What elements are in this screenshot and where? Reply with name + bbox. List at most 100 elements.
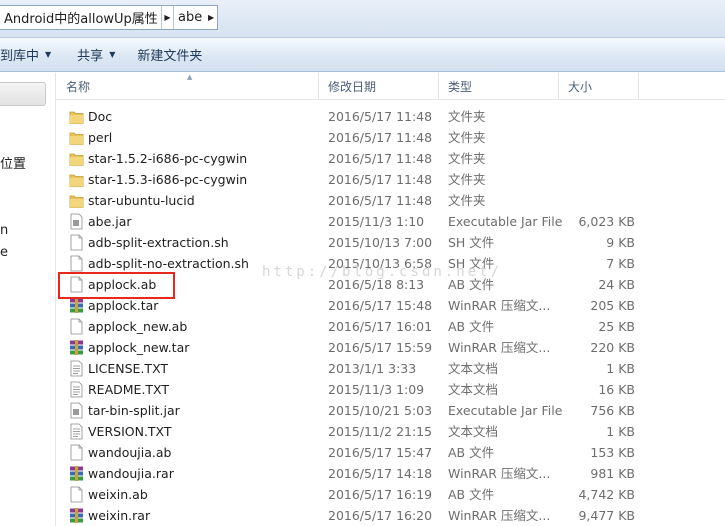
- column-header-size-label: 大小: [568, 79, 593, 94]
- column-header-type[interactable]: 类型: [438, 73, 558, 99]
- file-size: 9,477 KB: [578, 508, 635, 523]
- column-resize-handle[interactable]: [638, 73, 639, 99]
- file-type: 文件夹: [448, 151, 486, 166]
- share-label: 共享: [77, 49, 104, 64]
- breadcrumb-current[interactable]: abe: [174, 10, 205, 25]
- file-row[interactable]: Doc 2016/5/17 11:48 文件夹: [56, 106, 725, 127]
- winrar-archive-icon: [69, 297, 84, 314]
- file-modified-date: 2016/5/17 14:18: [328, 466, 433, 481]
- column-header-size[interactable]: 大小: [558, 73, 638, 99]
- file-row[interactable]: wandoujia.rar 2016/5/17 14:18 WinRAR 压缩文..…: [56, 463, 725, 484]
- file-name: tar-bin-split.jar: [88, 403, 180, 418]
- file-modified-date: 2016/5/17 11:48: [328, 193, 433, 208]
- jar-file-icon: [69, 402, 84, 419]
- file-size: 220 KB: [590, 340, 635, 355]
- file-row[interactable]: star-1.5.3-i686-pc-cygwin 2016/5/17 11:48…: [56, 169, 725, 190]
- file-size: 9 KB: [606, 235, 635, 250]
- watermark: http://blog.csdn.net/: [262, 264, 503, 280]
- column-header-modified-label: 修改日期: [328, 79, 377, 94]
- file-icon: [69, 318, 84, 335]
- navigation-pane: 位置 n e: [0, 73, 55, 526]
- file-size: 981 KB: [590, 466, 635, 481]
- nav-item-fragment[interactable]: e: [0, 245, 8, 260]
- winrar-archive-icon: [69, 339, 84, 356]
- share-button[interactable]: 共享 ▼: [70, 43, 122, 67]
- text-file-icon: [69, 381, 84, 398]
- file-name: star-1.5.3-i686-pc-cygwin: [88, 172, 248, 187]
- file-type: 文件夹: [448, 109, 486, 124]
- file-name: LICENSE.TXT: [88, 361, 169, 376]
- file-size: 25 KB: [598, 319, 635, 334]
- file-row[interactable]: tar-bin-split.jar 2015/10/21 5:03 Executab…: [56, 400, 725, 421]
- file-modified-date: 2016/5/17 11:48: [328, 172, 433, 187]
- file-type: SH 文件: [448, 235, 495, 250]
- file-row[interactable]: star-ubuntu-lucid 2016/5/17 11:48 文件夹: [56, 190, 725, 211]
- file-name: abe.jar: [88, 214, 132, 229]
- file-row[interactable]: star-1.5.2-i686-pc-cygwin 2016/5/17 11:48…: [56, 148, 725, 169]
- breadcrumb-chevron-icon[interactable]: ▶: [162, 6, 174, 29]
- file-modified-date: 2016/5/17 11:48: [328, 130, 433, 145]
- file-size: 24 KB: [598, 277, 635, 292]
- chevron-down-icon: ▼: [45, 50, 52, 59]
- file-row[interactable]: applock_new.ab 2016/5/17 16:01 AB 文件 25 KB: [56, 316, 725, 337]
- jar-file-icon: [69, 213, 84, 230]
- file-type: 文件夹: [448, 172, 486, 187]
- file-row[interactable]: weixin.rar 2016/5/17 16:20 WinRAR 压缩文... 9,…: [56, 505, 725, 526]
- file-modified-date: 2016/5/17 15:48: [328, 298, 433, 313]
- file-name: perl: [88, 130, 113, 145]
- breadcrumb-chevron-icon[interactable]: ▶: [205, 6, 217, 29]
- folder-icon: [69, 192, 84, 209]
- file-modified-date: 2016/5/17 15:47: [328, 445, 433, 460]
- annotation-highlight-box: [58, 272, 175, 299]
- nav-item-location[interactable]: 位置: [0, 153, 26, 172]
- file-name: weixin.ab: [88, 487, 148, 502]
- file-size: 7 KB: [606, 256, 635, 271]
- file-name: star-1.5.2-i686-pc-cygwin: [88, 151, 248, 166]
- file-modified-date: 2016/5/17 11:48: [328, 151, 433, 166]
- file-row[interactable]: weixin.ab 2016/5/17 16:19 AB 文件 4,742 KB: [56, 484, 725, 505]
- file-modified-date: 2013/1/1 3:33: [328, 361, 417, 376]
- new-folder-label: 新建文件夹: [137, 49, 203, 64]
- file-modified-date: 2016/5/17 16:19: [328, 487, 433, 502]
- file-type: 文本文档: [448, 382, 499, 397]
- file-size: 6,023 KB: [578, 214, 635, 229]
- column-header-modified[interactable]: 修改日期: [318, 73, 438, 99]
- file-row[interactable]: abe.jar 2015/11/3 1:10 Executable Jar File…: [56, 211, 725, 232]
- file-name: README.TXT: [88, 382, 170, 397]
- file-row[interactable]: wandoujia.ab 2016/5/17 15:47 AB 文件 153 KB: [56, 442, 725, 463]
- file-row[interactable]: applock_new.tar 2016/5/17 15:59 WinRAR 压缩文…: [56, 337, 725, 358]
- address-bar-row: Android中的allowUp属性 ▶ abe ▶: [0, 0, 725, 38]
- file-name: weixin.rar: [88, 508, 151, 523]
- file-row[interactable]: README.TXT 2015/11/3 1:09 文本文档 16 KB: [56, 379, 725, 400]
- file-row[interactable]: perl 2016/5/17 11:48 文件夹: [56, 127, 725, 148]
- file-size: 756 KB: [590, 403, 635, 418]
- column-header-name-label: 名称: [66, 79, 91, 94]
- file-type: WinRAR 压缩文...: [448, 466, 551, 481]
- file-size: 16 KB: [598, 382, 635, 397]
- folder-icon: [69, 129, 84, 146]
- include-in-library-label: 到库中: [0, 49, 40, 64]
- file-name: applock_new.tar: [88, 340, 190, 355]
- file-row[interactable]: VERSION.TXT 2015/11/2 21:15 文本文档 1 KB: [56, 421, 725, 442]
- nav-pane-scrollbar-thumb[interactable]: [0, 82, 46, 106]
- file-name: wandoujia.rar: [88, 466, 174, 481]
- text-file-icon: [69, 360, 84, 377]
- file-row[interactable]: LICENSE.TXT 2013/1/1 3:33 文本文档 1 KB: [56, 358, 725, 379]
- address-bar[interactable]: Android中的allowUp属性 ▶ abe ▶: [0, 5, 218, 30]
- new-folder-button[interactable]: 新建文件夹: [130, 43, 209, 67]
- file-type: AB 文件: [448, 319, 495, 334]
- file-size: 153 KB: [590, 445, 635, 460]
- file-modified-date: 2015/10/21 5:03: [328, 403, 433, 418]
- file-icon: [69, 255, 84, 272]
- file-name: applock_new.ab: [88, 319, 188, 334]
- winrar-archive-icon: [69, 507, 84, 524]
- file-modified-date: 2016/5/17 16:01: [328, 319, 433, 334]
- column-header-type-label: 类型: [448, 79, 473, 94]
- include-in-library-button[interactable]: 到库中 ▼: [0, 43, 58, 67]
- nav-item-fragment[interactable]: n: [0, 223, 8, 238]
- folder-icon: [69, 108, 84, 125]
- column-header-name[interactable]: 名称: [56, 73, 318, 99]
- file-row[interactable]: adb-split-extraction.sh 2015/10/13 7:00 SH…: [56, 232, 725, 253]
- breadcrumb-parent[interactable]: Android中的allowUp属性: [0, 8, 161, 27]
- file-type: Executable Jar File: [448, 214, 563, 229]
